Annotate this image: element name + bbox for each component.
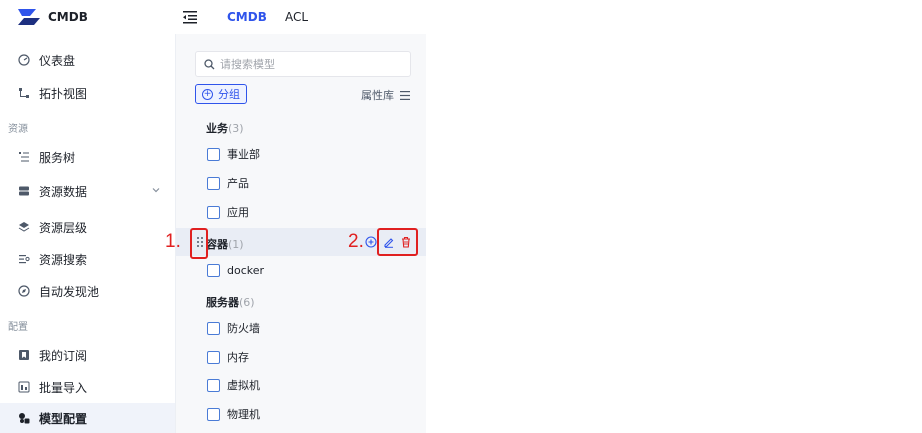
application-icon (207, 205, 220, 219)
menu-icon (400, 90, 410, 100)
model-item[interactable]: 物理机 (207, 404, 260, 424)
annotation-1: 1. (165, 231, 181, 252)
search-list-icon (18, 253, 30, 265)
firewall-icon (207, 321, 220, 335)
sidebar: 仪表盘 拓扑视图 资源 服务树 资源数据 资源层级 资源搜索 自动发现池 配置 … (0, 34, 176, 433)
model-item-label: 事业部 (227, 148, 260, 161)
model-item[interactable]: docker (207, 260, 264, 280)
physical-machine-icon (207, 407, 220, 421)
dashboard-icon (18, 54, 30, 66)
sidebar-group-resources: 资源 (8, 124, 28, 135)
database-icon (18, 185, 30, 197)
tree-icon (18, 151, 30, 163)
menu-fold-icon[interactable] (182, 9, 198, 25)
model-item-label: 虚拟机 (227, 379, 260, 392)
annotation-2: 2. (348, 231, 364, 252)
docker-icon (207, 263, 220, 277)
sidebar-item-label: 资源层级 (39, 220, 88, 235)
model-item[interactable]: 防火墙 (207, 318, 260, 338)
tab-acl[interactable]: ACL (285, 10, 308, 24)
model-item-label: 应用 (227, 206, 249, 219)
model-item-label: 内存 (227, 351, 249, 364)
model-item[interactable]: 内存 (207, 347, 249, 367)
topology-icon (18, 87, 30, 99)
subscribe-icon (18, 349, 30, 361)
group-count: (1) (228, 238, 244, 251)
add-group-label: 分组 (218, 88, 240, 101)
layers-icon (18, 221, 30, 233)
model-item[interactable]: 产品 (207, 173, 249, 193)
model-item[interactable]: 应用 (207, 202, 249, 222)
sidebar-item-label: 资源搜索 (39, 252, 88, 267)
model-item-label: 防火墙 (227, 322, 260, 335)
memory-icon (207, 350, 220, 364)
sidebar-group-config: 配置 (8, 322, 28, 333)
sidebar-item-my-subscription[interactable]: 我的订阅 (0, 339, 175, 371)
discovery-icon (18, 285, 30, 297)
group-title-server[interactable]: 服务器(6) (206, 294, 255, 310)
group-count: (3) (228, 122, 244, 135)
sidebar-item-model-config[interactable]: 模型配置 (0, 403, 175, 433)
model-search-box[interactable] (195, 51, 411, 77)
group-name: 服务器 (206, 296, 239, 309)
sidebar-item-label: 服务树 (39, 150, 76, 165)
model-item[interactable]: 事业部 (207, 144, 260, 164)
model-item-label: 产品 (227, 177, 249, 190)
cmdb-logo-icon (18, 9, 40, 25)
tab-cmdb[interactable]: CMDB (227, 10, 267, 24)
business-unit-icon (207, 147, 220, 161)
model-item[interactable]: 虚拟机 (207, 375, 260, 395)
virtual-machine-icon (207, 378, 220, 392)
sidebar-item-resource-data[interactable]: 资源数据 (0, 175, 175, 207)
sidebar-item-label: 资源数据 (39, 184, 88, 199)
product-icon (207, 176, 220, 190)
brand-title: CMDB (48, 10, 88, 24)
edit-icon[interactable] (383, 236, 395, 248)
sidebar-item-label: 拓扑视图 (39, 86, 88, 101)
sidebar-item-label: 仪表盘 (39, 53, 76, 68)
top-bar: CMDB CMDB ACL (0, 0, 922, 34)
search-icon (204, 58, 215, 69)
model-item-label: 物理机 (227, 408, 260, 421)
group-name: 容器 (206, 238, 228, 251)
sidebar-item-dashboard[interactable]: 仪表盘 (0, 44, 175, 76)
group-title-business[interactable]: 业务(3) (206, 120, 244, 136)
sidebar-item-label: 我的订阅 (39, 348, 88, 363)
add-group-button[interactable]: + 分组 (195, 84, 247, 104)
sidebar-item-topology[interactable]: 拓扑视图 (0, 77, 175, 109)
sidebar-item-label: 模型配置 (39, 411, 88, 426)
attribute-library-button[interactable]: 属性库 (361, 87, 410, 103)
sidebar-item-resource-search[interactable]: 资源搜索 (0, 243, 175, 275)
model-config-icon (18, 412, 30, 424)
group-count: (6) (239, 296, 255, 309)
sidebar-item-resource-hierarchy[interactable]: 资源层级 (0, 211, 175, 243)
delete-icon[interactable] (400, 236, 412, 248)
model-detail-area (426, 46, 922, 433)
group-name: 业务 (206, 122, 228, 135)
drag-handle-icon[interactable] (197, 237, 203, 247)
sidebar-item-label: 批量导入 (39, 380, 88, 395)
import-icon (18, 381, 30, 393)
sidebar-item-batch-import[interactable]: 批量导入 (0, 371, 175, 403)
sidebar-item-auto-discovery[interactable]: 自动发现池 (0, 275, 175, 307)
search-input[interactable] (220, 57, 400, 71)
group-title-container[interactable]: 容器(1) (206, 236, 244, 252)
plus-circle-icon: + (202, 88, 213, 100)
model-item-label: docker (227, 263, 265, 277)
add-model-icon[interactable] (365, 236, 377, 248)
chevron-down-icon[interactable] (151, 185, 161, 195)
sidebar-item-label: 自动发现池 (39, 284, 100, 299)
sidebar-item-service-tree[interactable]: 服务树 (0, 141, 175, 173)
attribute-library-label: 属性库 (361, 89, 394, 102)
